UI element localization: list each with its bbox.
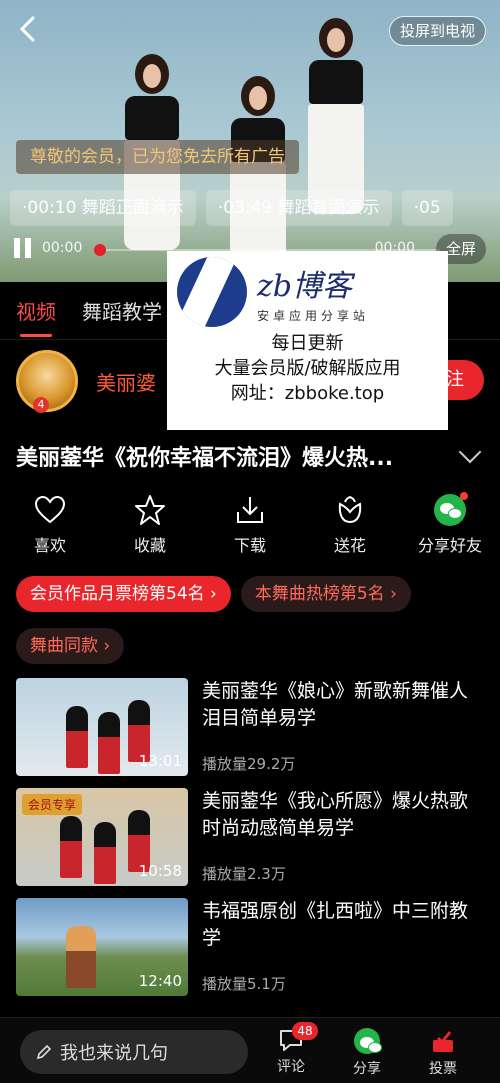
hot-rank-chip[interactable]: 本舞曲热榜第5名 ›: [240, 576, 411, 612]
favorite-button[interactable]: 收藏: [110, 494, 190, 558]
watermark-brand: zb博客: [257, 268, 353, 304]
back-icon[interactable]: [12, 14, 42, 44]
download-button[interactable]: 下载: [210, 494, 290, 558]
video-item-title: 美丽蓥华《我心所愿》爆火热歌时尚动感简单易学: [202, 790, 469, 839]
pause-icon[interactable]: [14, 238, 34, 258]
video-title: 美丽蓥华《祝你幸福不流泪》爆火热...: [16, 446, 394, 471]
vip-ad-free-notice: 尊敬的会员，已为您免去所有广告: [16, 140, 299, 174]
progress-handle[interactable]: [94, 244, 106, 256]
download-label: 下载: [233, 536, 266, 555]
download-icon: [234, 494, 266, 526]
video-duration: 12:40: [138, 972, 182, 990]
comment-placeholder: 我也来说几句: [60, 1043, 168, 1064]
star-icon: [134, 494, 166, 526]
share-friends-button[interactable]: 分享好友: [410, 492, 490, 558]
tab-video[interactable]: 视频: [16, 296, 56, 337]
monthly-rank-chip[interactable]: 会员作品月票榜第54名 ›: [16, 576, 231, 612]
same-song-chip[interactable]: 舞曲同款 ›: [16, 628, 125, 664]
comment-label: 评论: [277, 1059, 305, 1075]
play-count: 播放量5.1万: [202, 975, 286, 993]
tab-dance-teaching[interactable]: 舞蹈教学: [82, 296, 162, 325]
favorite-label: 收藏: [133, 536, 166, 555]
share-label: 分享: [353, 1061, 381, 1077]
comment-count-badge: 48: [292, 1022, 318, 1040]
watermark-line: 每日更新: [271, 333, 344, 354]
related-video-list: 13:01 美丽蓥华《娘心》新歌新舞催人泪目简单易学 播放量29.2万 会员专享…: [16, 678, 484, 1008]
watermark-banner: zb博客 安卓应用分享站 每日更新 大量会员版/破解版应用 网址：zbboke.…: [167, 251, 448, 430]
watermark-logo-icon: [177, 257, 247, 327]
action-bar: 喜欢 收藏 下载 送花 分享好友: [0, 492, 500, 558]
wechat-icon: [354, 1028, 382, 1054]
vote-label: 投票: [429, 1061, 457, 1077]
chevron-down-icon[interactable]: [458, 440, 482, 464]
video-thumbnail[interactable]: 会员专享 10:58: [16, 788, 188, 886]
video-duration: 10:58: [138, 862, 182, 880]
send-flower-button[interactable]: 送花: [310, 494, 390, 558]
like-button[interactable]: 喜欢: [10, 494, 90, 558]
video-duration: 13:01: [138, 752, 182, 770]
play-count: 播放量2.3万: [202, 865, 286, 883]
watermark-line: 网址：zbboke.top: [230, 383, 385, 404]
wechat-icon: [434, 492, 468, 526]
author-name[interactable]: 美丽婆: [96, 367, 156, 396]
comment-input[interactable]: 我也来说几句: [20, 1030, 248, 1074]
video-item-title: 美丽蓥华《娘心》新歌新舞催人泪目简单易学: [202, 680, 469, 729]
flower-icon: [334, 494, 366, 526]
play-count: 播放量29.2万: [202, 755, 296, 773]
chapter-item[interactable]: ·03:49 舞蹈背面演示: [205, 190, 392, 226]
share-button[interactable]: 分享: [342, 1028, 392, 1078]
ranking-chips: 会员作品月票榜第54名 › 本舞曲热榜第5名 ›: [16, 576, 411, 612]
author-avatar[interactable]: [16, 350, 78, 413]
send-flower-label: 送花: [333, 536, 366, 555]
video-title-row[interactable]: 美丽蓥华《祝你幸福不流泪》爆火热...: [16, 436, 484, 476]
watermark-subtitle: 安卓应用分享站: [257, 308, 370, 323]
comment-button[interactable]: 48 评论: [266, 1022, 318, 1076]
vote-button[interactable]: 投票: [418, 1028, 468, 1078]
notification-dot: [460, 492, 468, 500]
bottom-bar: 我也来说几句 48 评论 分享 投票: [0, 1017, 500, 1083]
video-player[interactable]: 投屏到电视 尊敬的会员，已为您免去所有广告 ·00:10 舞蹈正面演示 ·03:…: [0, 0, 500, 282]
chapter-item[interactable]: ·00:10 舞蹈正面演示: [10, 190, 196, 226]
chapter-item[interactable]: ·05: [401, 190, 453, 226]
video-dancer-center: [228, 76, 288, 272]
video-dancer-right: [306, 18, 366, 214]
chapter-list: ·00:10 舞蹈正面演示 ·03:49 舞蹈背面演示 ·05: [10, 190, 453, 226]
watermark-line: 大量会员版/破解版应用: [214, 358, 401, 379]
current-time: 00:00: [42, 240, 83, 256]
list-item[interactable]: 13:01 美丽蓥华《娘心》新歌新舞催人泪目简单易学 播放量29.2万: [16, 678, 484, 778]
video-item-title: 韦福强原创《扎西啦》中三附教学: [202, 900, 469, 949]
like-label: 喜欢: [33, 536, 66, 555]
video-thumbnail[interactable]: 13:01: [16, 678, 188, 776]
list-item[interactable]: 会员专享 10:58 美丽蓥华《我心所愿》爆火热歌时尚动感简单易学 播放量2.3…: [16, 788, 484, 888]
vote-icon: [433, 1031, 453, 1052]
heart-icon: [34, 494, 66, 526]
pencil-icon: [36, 1044, 52, 1060]
video-thumbnail[interactable]: 12:40: [16, 898, 188, 996]
cast-to-tv-button[interactable]: 投屏到电视: [388, 16, 486, 46]
share-friends-label: 分享好友: [417, 536, 482, 555]
member-tag: 会员专享: [22, 794, 83, 815]
list-item[interactable]: 12:40 韦福强原创《扎西啦》中三附教学 播放量5.1万: [16, 898, 484, 998]
